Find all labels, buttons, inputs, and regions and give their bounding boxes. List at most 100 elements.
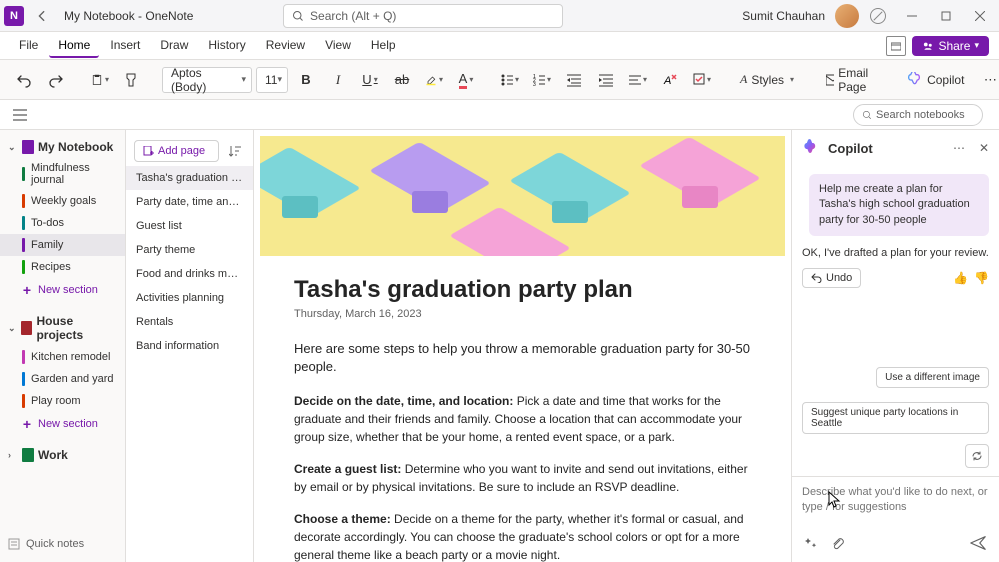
section-color-tab: [22, 194, 25, 208]
page-item[interactable]: Rentals: [126, 310, 253, 334]
thumbs-up-button[interactable]: 👍: [953, 271, 968, 285]
paragraph-heading: Choose a theme:: [294, 512, 391, 526]
tag-button[interactable]: ▾: [688, 66, 716, 94]
section-item[interactable]: Recipes: [0, 256, 125, 278]
page-item[interactable]: Activities planning: [126, 286, 253, 310]
font-family-select[interactable]: Aptos (Body): [162, 67, 252, 93]
page-paragraph[interactable]: Create a guest list: Determine who you w…: [294, 460, 751, 496]
send-button[interactable]: [967, 532, 989, 554]
copilot-panel: Copilot ⋯ ✕ Help me create a plan for Ta…: [791, 130, 999, 562]
notebook-icon: [21, 321, 32, 335]
menu-insert[interactable]: Insert: [101, 34, 149, 58]
styles-button[interactable]: AStyles▾: [732, 66, 802, 94]
global-search[interactable]: Search (Alt + Q): [283, 4, 563, 28]
page-item[interactable]: Guest list: [126, 214, 253, 238]
menu-file[interactable]: File: [10, 34, 47, 58]
bullets-button[interactable]: ▾: [496, 66, 524, 94]
numbering-button[interactable]: 123▾: [528, 66, 556, 94]
more-ribbon-button[interactable]: ⋯: [976, 66, 999, 94]
page-intro[interactable]: Here are some steps to help you throw a …: [294, 340, 751, 376]
ribbon-toolbar: ▾ Aptos (Body) 11 B I U▾ ab ▾ A▾ ▾ 123▾ …: [0, 60, 999, 100]
notebook-header[interactable]: ⌄ My Notebook: [0, 136, 125, 158]
section-item[interactable]: Weekly goals: [0, 190, 125, 212]
page-item[interactable]: Food and drinks menu: [126, 262, 253, 286]
copilot-close-button[interactable]: ✕: [979, 141, 989, 155]
menu-draw[interactable]: Draw: [151, 34, 197, 58]
email-page-button[interactable]: Email Page: [818, 66, 882, 94]
share-icon: [922, 40, 934, 52]
new-section-button[interactable]: +New section: [0, 412, 125, 436]
section-item[interactable]: Garden and yard: [0, 368, 125, 390]
clear-formatting-button[interactable]: A: [656, 66, 684, 94]
italic-button[interactable]: I: [324, 66, 352, 94]
copilot-suggestion[interactable]: Suggest unique party locations in Seattl…: [802, 402, 989, 434]
font-size-select[interactable]: 11: [256, 67, 288, 93]
highlight-button[interactable]: ▾: [420, 66, 448, 94]
page-item[interactable]: Band information: [126, 334, 253, 358]
menu-view[interactable]: View: [316, 34, 360, 58]
minimize-button[interactable]: [897, 4, 927, 28]
copilot-refresh-button[interactable]: [965, 444, 989, 468]
page-content[interactable]: Tasha's graduation party plan Thursday, …: [254, 130, 791, 562]
page-paragraph[interactable]: Decide on the date, time, and location: …: [294, 392, 751, 446]
user-name[interactable]: Sumit Chauhan: [742, 9, 825, 23]
bold-button[interactable]: B: [292, 66, 320, 94]
align-button[interactable]: ▾: [624, 66, 652, 94]
svg-text:A: A: [663, 75, 671, 87]
section-label: To-dos: [31, 217, 64, 229]
copilot-ribbon-button[interactable]: Copilot: [898, 66, 972, 94]
page-item[interactable]: Party date, time and locat...: [126, 190, 253, 214]
font-color-button[interactable]: A▾: [452, 66, 480, 94]
notebook-header[interactable]: › Work: [0, 444, 125, 466]
section-label: Family: [31, 239, 63, 251]
section-color-tab: [22, 216, 25, 230]
copilot-undo-button[interactable]: Undo: [802, 268, 861, 288]
copilot-suggestion[interactable]: Use a different image: [876, 367, 989, 388]
decrease-indent-button[interactable]: [560, 66, 588, 94]
quick-notes-button[interactable]: Quick notes: [0, 532, 125, 556]
nav-toggle-button[interactable]: [8, 103, 32, 127]
menu-help[interactable]: Help: [362, 34, 405, 58]
fullscreen-toggle-button[interactable]: [886, 36, 906, 56]
increase-indent-button[interactable]: [592, 66, 620, 94]
search-icon: [862, 110, 872, 120]
attachment-icon[interactable]: [828, 534, 846, 552]
redo-button[interactable]: [42, 66, 70, 94]
format-painter-button[interactable]: [118, 66, 146, 94]
menu-review[interactable]: Review: [257, 34, 314, 58]
copilot-more-button[interactable]: ⋯: [953, 141, 965, 155]
notebook-header[interactable]: ⌄ House projects: [0, 310, 125, 346]
page-item[interactable]: Tasha's graduation par...: [126, 166, 253, 190]
window-title: My Notebook - OneNote: [64, 9, 193, 23]
sort-pages-button[interactable]: [225, 141, 245, 161]
section-label: Recipes: [31, 261, 71, 273]
back-button[interactable]: [30, 4, 54, 28]
section-color-tab: [22, 350, 25, 364]
privacy-icon[interactable]: [863, 4, 893, 28]
section-item[interactable]: Kitchen remodel: [0, 346, 125, 368]
underline-button[interactable]: U▾: [356, 66, 384, 94]
section-item[interactable]: Family: [0, 234, 125, 256]
thumbs-down-button[interactable]: 👎: [974, 271, 989, 285]
page-item[interactable]: Party theme: [126, 238, 253, 262]
maximize-button[interactable]: [931, 4, 961, 28]
section-item[interactable]: Play room: [0, 390, 125, 412]
copilot-icon: [906, 72, 922, 88]
section-item[interactable]: To-dos: [0, 212, 125, 234]
menu-home[interactable]: Home: [49, 34, 99, 58]
page-title[interactable]: Tasha's graduation party plan: [294, 276, 751, 304]
paste-button[interactable]: ▾: [86, 66, 114, 94]
search-notebooks-input[interactable]: Search notebooks: [853, 104, 983, 126]
user-avatar[interactable]: [835, 4, 859, 28]
strikethrough-button[interactable]: ab: [388, 66, 416, 94]
menu-history[interactable]: History: [199, 34, 254, 58]
notebook-icon: [22, 140, 34, 154]
page-paragraph[interactable]: Choose a theme: Decide on a theme for th…: [294, 510, 751, 562]
sparkle-icon[interactable]: [802, 534, 820, 552]
section-item[interactable]: Mindfulness journal: [0, 158, 125, 190]
new-section-button[interactable]: +New section: [0, 278, 125, 302]
undo-button[interactable]: [10, 66, 38, 94]
add-page-button[interactable]: Add page: [134, 140, 219, 162]
close-button[interactable]: [965, 4, 995, 28]
share-button[interactable]: Share ▾: [912, 36, 989, 56]
